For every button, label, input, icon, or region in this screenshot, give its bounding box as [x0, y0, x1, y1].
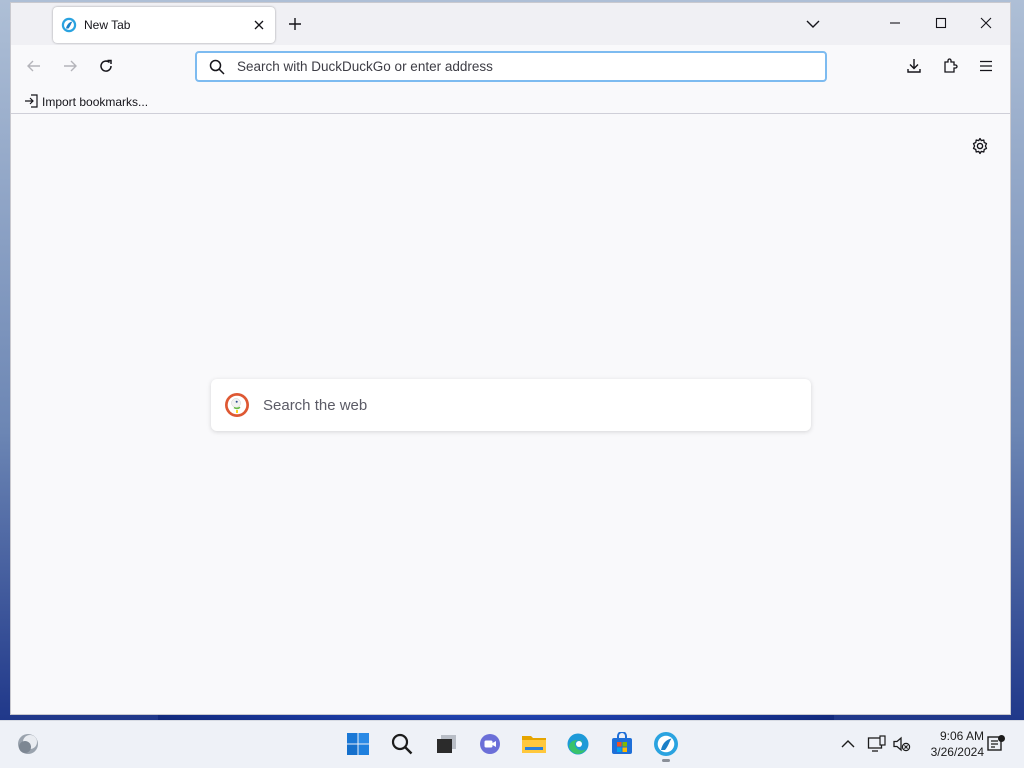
- show-hidden-icons-button[interactable]: [836, 733, 860, 757]
- page-settings-button[interactable]: [968, 135, 992, 159]
- import-bookmarks-label: Import bookmarks...: [42, 95, 149, 109]
- search-icon: [197, 59, 237, 75]
- notification-icon: [986, 734, 1006, 757]
- import-icon: [24, 93, 38, 111]
- running-indicator: [662, 759, 670, 762]
- task-view-button[interactable]: [430, 729, 462, 761]
- back-button[interactable]: [20, 53, 48, 81]
- firefox-icon: [61, 17, 77, 33]
- reload-icon: [98, 58, 114, 77]
- close-tab-icon[interactable]: [247, 13, 271, 37]
- volume-button[interactable]: [890, 733, 914, 757]
- bookmarks-toolbar: Import bookmarks...: [11, 89, 1010, 114]
- clock[interactable]: 9:06 AM 3/26/2024: [918, 728, 984, 760]
- tab-strip: New Tab: [11, 3, 1010, 45]
- edge-button[interactable]: [562, 729, 594, 761]
- extensions-icon: [942, 57, 958, 77]
- arrow-left-icon: [26, 58, 42, 77]
- list-all-tabs-button[interactable]: [801, 12, 825, 36]
- firefox-taskbar-button[interactable]: [650, 729, 682, 762]
- network-button[interactable]: [865, 733, 889, 757]
- web-search-box[interactable]: [211, 379, 811, 431]
- forward-button[interactable]: [56, 53, 84, 81]
- address-input[interactable]: [237, 59, 825, 74]
- download-icon: [906, 58, 922, 77]
- gear-icon: [971, 137, 989, 158]
- import-bookmarks-button[interactable]: Import bookmarks...: [21, 92, 151, 112]
- arrow-right-icon: [62, 58, 78, 77]
- windows-start-icon: [346, 732, 370, 759]
- edge-icon: [566, 732, 590, 759]
- widgets-button[interactable]: [12, 729, 44, 761]
- store-button[interactable]: [606, 729, 638, 761]
- file-explorer-icon: [521, 732, 547, 759]
- network-icon: [867, 734, 887, 756]
- minimize-button[interactable]: [873, 7, 917, 41]
- chat-button[interactable]: [474, 729, 506, 761]
- close-window-button[interactable]: [964, 7, 1008, 41]
- search-icon: [390, 732, 414, 759]
- minimize-icon: [889, 17, 901, 32]
- clock-time: 9:06 AM: [939, 729, 984, 743]
- maximize-button[interactable]: [919, 7, 963, 41]
- close-icon: [980, 17, 992, 32]
- file-explorer-button[interactable]: [518, 729, 550, 761]
- store-icon: [610, 730, 634, 759]
- maximize-icon: [935, 17, 947, 32]
- menu-icon: [979, 60, 993, 75]
- taskbar-search-button[interactable]: [386, 729, 418, 761]
- volume-muted-icon: [892, 735, 912, 756]
- browser-window: New Tab Search with DuckDuckGo or enter …: [10, 2, 1011, 715]
- firefox-icon: [653, 731, 679, 760]
- taskbar: 9:06 AM 3/26/2024: [0, 720, 1024, 768]
- tab-title: New Tab: [84, 18, 131, 32]
- clock-date: 3/26/2024: [930, 745, 984, 759]
- reload-button[interactable]: [92, 53, 120, 81]
- new-tab-button[interactable]: [283, 12, 307, 36]
- app-menu-button[interactable]: [972, 53, 1000, 81]
- navigation-toolbar: [11, 45, 1010, 89]
- task-view-icon: [434, 732, 458, 759]
- duckduckgo-icon: [211, 392, 263, 418]
- web-search-input[interactable]: [263, 396, 811, 414]
- downloads-button[interactable]: [900, 53, 928, 81]
- notification-button[interactable]: [984, 733, 1008, 757]
- chat-icon: [478, 732, 502, 759]
- address-bar[interactable]: [195, 51, 827, 82]
- tab-new-tab[interactable]: New Tab: [53, 7, 275, 43]
- extensions-button[interactable]: [936, 53, 964, 81]
- widgets-icon: [16, 732, 40, 759]
- chevron-up-icon: [841, 738, 855, 752]
- start-button[interactable]: [342, 729, 374, 761]
- new-tab-page: [11, 115, 1010, 714]
